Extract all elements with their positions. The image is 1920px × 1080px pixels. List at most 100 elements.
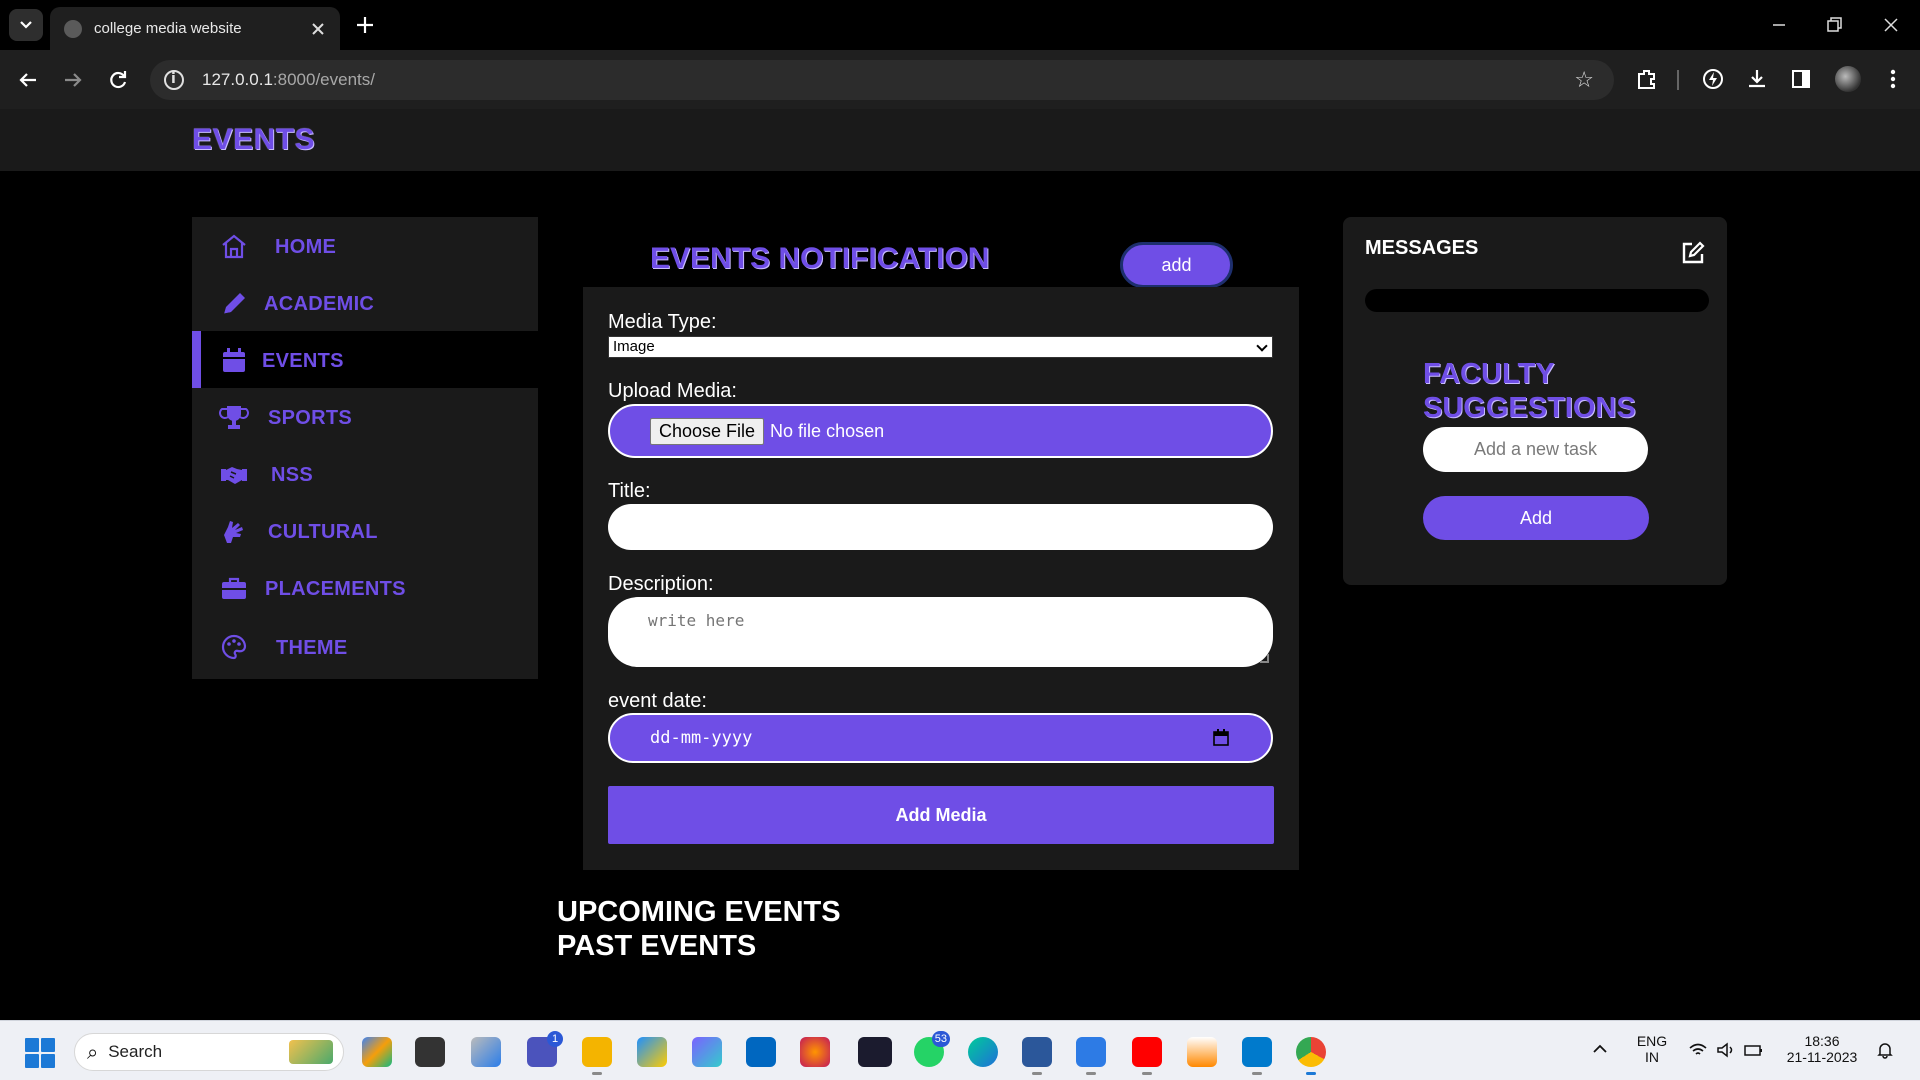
extensions-icon[interactable] xyxy=(1634,66,1660,92)
site-info-icon[interactable] xyxy=(164,70,184,90)
youtube-app-icon[interactable] xyxy=(1132,1037,1162,1075)
new-tab-icon[interactable] xyxy=(352,12,378,38)
sidebar-item-nss[interactable]: NSS xyxy=(192,445,538,502)
upload-media-input[interactable]: Choose File No file chosen xyxy=(608,404,1273,458)
sidebar-item-cultural[interactable]: CULTURAL xyxy=(192,502,538,559)
sidebar-item-placements[interactable]: PLACEMENTS xyxy=(192,559,538,616)
profile-avatar[interactable] xyxy=(1835,66,1861,92)
sidebar-item-label: THEME xyxy=(276,637,348,659)
resize-grip-icon[interactable] xyxy=(1260,654,1269,663)
vscode-app-icon[interactable] xyxy=(1242,1037,1272,1075)
whatsapp-app-icon[interactable]: 53 xyxy=(914,1031,950,1067)
download-icon[interactable] xyxy=(1744,66,1770,92)
media-type-select[interactable]: Image xyxy=(608,336,1273,358)
copilot-icon[interactable] xyxy=(692,1037,722,1067)
notification-bell-icon[interactable] xyxy=(1876,1041,1894,1059)
description-label: Description: xyxy=(608,573,714,595)
performance-icon[interactable] xyxy=(1700,66,1726,92)
page-header: EVENTS xyxy=(0,109,1920,171)
add-event-button[interactable]: add xyxy=(1120,242,1233,288)
add-task-button[interactable]: Add xyxy=(1423,496,1649,540)
chevron-up-icon[interactable] xyxy=(1592,1043,1608,1055)
close-icon[interactable] xyxy=(310,21,326,37)
side-panel-icon[interactable] xyxy=(1788,66,1814,92)
sidebar-item-sports[interactable]: SPORTS xyxy=(192,388,538,445)
hands-icon xyxy=(224,521,243,543)
edge-app-icon[interactable] xyxy=(968,1037,998,1067)
calendar-icon xyxy=(223,348,245,372)
sidebar-item-label: SPORTS xyxy=(268,407,353,429)
language-indicator[interactable]: ENG IN xyxy=(1634,1033,1670,1065)
bookmark-star-icon[interactable]: ☆ xyxy=(1574,68,1594,93)
volume-icon[interactable] xyxy=(1716,1042,1736,1058)
globe-icon xyxy=(64,19,82,38)
copilot-app-icon[interactable] xyxy=(362,1037,392,1067)
teams-app-icon[interactable]: 1 xyxy=(527,1031,563,1067)
clock[interactable]: 18:36 21-11-2023 xyxy=(1782,1033,1862,1065)
windows-taskbar: ⌕ Search 1 53 ENG IN 18:36 21-11-2023 xyxy=(0,1020,1920,1080)
faculty-suggestions-title: FACULTY SUGGESTIONS xyxy=(1423,358,1636,424)
briefcase-icon xyxy=(222,577,246,599)
restore-icon[interactable] xyxy=(1821,12,1847,38)
word-app-icon[interactable] xyxy=(1022,1037,1052,1075)
battery-icon[interactable] xyxy=(1744,1042,1764,1058)
title-input[interactable] xyxy=(608,504,1273,550)
messages-title: MESSAGES xyxy=(1365,237,1479,259)
back-arrow-icon[interactable] xyxy=(14,66,42,94)
taskbar-search-label: Search xyxy=(108,1042,163,1061)
add-media-form: Media Type: Image Upload Media: Choose F… xyxy=(583,287,1299,870)
media-type-label: Media Type: xyxy=(608,311,717,333)
sidebar-item-label: ACADEMIC xyxy=(264,293,375,315)
choose-file-button[interactable]: Choose File xyxy=(650,417,765,445)
chevron-down-icon xyxy=(20,21,32,29)
close-window-icon[interactable] xyxy=(1878,12,1904,38)
page-title: EVENTS xyxy=(192,123,316,156)
taskbar-search[interactable]: ⌕ Search xyxy=(74,1033,344,1071)
wifi-icon[interactable] xyxy=(1688,1042,1708,1058)
vlc-app-icon[interactable] xyxy=(1187,1037,1217,1067)
calendar-picker-icon[interactable] xyxy=(1213,729,1229,746)
windows-start-icon[interactable] xyxy=(25,1038,55,1068)
terminal-app-icon[interactable] xyxy=(415,1037,445,1067)
sidebar-item-theme[interactable]: THEME xyxy=(192,618,538,675)
photos-app-icon[interactable] xyxy=(637,1037,667,1067)
url-text: 127.0.0.1:8000/events/ xyxy=(202,70,375,89)
address-bar[interactable]: 127.0.0.1:8000/events/ ☆ xyxy=(150,60,1614,100)
sidebar-item-events[interactable]: EVENTS xyxy=(192,331,538,388)
no-file-text: No file chosen xyxy=(770,420,885,441)
upload-media-label: Upload Media: xyxy=(608,380,737,402)
pencil-icon xyxy=(223,293,245,315)
event-date-input[interactable]: dd-mm-yyyy xyxy=(608,713,1273,763)
browser-tabstrip: college media website xyxy=(0,0,1920,50)
chevron-down-icon xyxy=(1256,340,1268,352)
home-icon xyxy=(222,234,246,259)
tab-search-button[interactable] xyxy=(9,9,43,41)
add-media-button[interactable]: Add Media xyxy=(608,786,1274,844)
description-placeholder: write here xyxy=(648,611,745,630)
sidebar-item-academic[interactable]: ACADEMIC xyxy=(192,274,538,331)
minimize-icon[interactable] xyxy=(1766,12,1792,38)
sidebar: HOME ACADEMIC EVENTS SPORTS NSS CULTURAL… xyxy=(192,217,538,679)
event-date-label: event date: xyxy=(608,690,707,712)
menu-kebab-icon[interactable] xyxy=(1880,66,1906,92)
sidebar-item-home[interactable]: HOME xyxy=(192,217,538,274)
upcoming-events-heading: UPCOMING EVENTS xyxy=(557,896,841,928)
cmd-app-icon[interactable] xyxy=(858,1037,892,1067)
sidebar-item-label: PLACEMENTS xyxy=(265,578,406,600)
description-textarea[interactable]: write here xyxy=(608,597,1273,667)
forward-arrow-icon[interactable] xyxy=(59,66,87,94)
reload-icon[interactable] xyxy=(104,66,132,94)
file-explorer-icon[interactable] xyxy=(582,1037,612,1075)
chrome-app-icon[interactable] xyxy=(1296,1037,1326,1075)
sidebar-item-label: NSS xyxy=(271,464,314,486)
notepad-app-icon[interactable] xyxy=(1076,1037,1106,1075)
browser-tab[interactable]: college media website xyxy=(50,7,340,50)
events-notification-title: EVENTS NOTIFICATION xyxy=(650,242,990,275)
store-app-icon[interactable] xyxy=(746,1037,776,1067)
search-highlight-icon xyxy=(289,1040,333,1064)
edge-dev-app-icon[interactable] xyxy=(471,1037,501,1067)
edit-icon[interactable] xyxy=(1679,239,1707,267)
firefox-app-icon[interactable] xyxy=(800,1037,830,1067)
whatsapp-badge: 53 xyxy=(931,1031,950,1047)
new-task-input[interactable]: Add a new task xyxy=(1423,427,1648,472)
